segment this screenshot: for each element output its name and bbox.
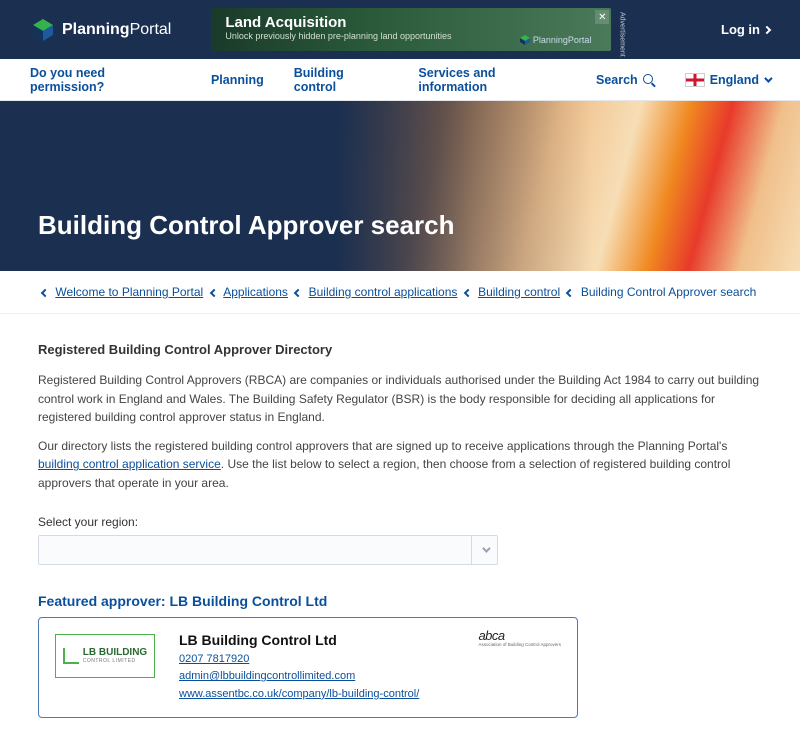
intro-p2: Our directory lists the registered build… <box>38 437 762 493</box>
nav-building-control[interactable]: Building control <box>294 66 389 94</box>
intro-p1: Registered Building Control Approvers (R… <box>38 371 762 427</box>
chevron-right-icon <box>763 25 771 33</box>
abca-badge: abca Association of Building Control App… <box>478 628 561 647</box>
crumb-current: Building Control Approver search <box>581 285 756 299</box>
nav-search[interactable]: Search <box>596 73 655 87</box>
main-nav: Do you need permission? Planning Buildin… <box>0 59 800 101</box>
crumb-home[interactable]: Welcome to Planning Portal <box>55 285 203 299</box>
crumb-bc-apps[interactable]: Building control applications <box>309 285 458 299</box>
chevron-left-icon <box>566 289 574 297</box>
featured-approver-title: Featured approver: LB Building Control L… <box>38 593 762 609</box>
ad-banner[interactable]: ✕ Advertisement Land Acquisition Unlock … <box>211 8 611 51</box>
chevron-left-icon <box>294 289 302 297</box>
nav-services[interactable]: Services and information <box>418 66 566 94</box>
nav-permission[interactable]: Do you need permission? <box>30 66 181 94</box>
brand-logo[interactable]: PlanningPortal <box>30 17 171 43</box>
hero: Building Control Approver search <box>0 101 800 271</box>
ad-close-button[interactable]: ✕ <box>595 10 609 24</box>
approver-logo: LB BUILDING CONTROL LIMITED <box>55 634 155 678</box>
breadcrumb: Welcome to Planning Portal Applications … <box>0 271 800 314</box>
approver-email[interactable]: admin@lbbuildingcontrollimited.com <box>179 668 419 686</box>
chevron-left-icon <box>463 289 471 297</box>
login-button[interactable]: Log in <box>721 22 770 37</box>
nav-planning[interactable]: Planning <box>211 73 264 87</box>
crumb-bc[interactable]: Building control <box>478 285 560 299</box>
chevron-left-icon <box>41 289 49 297</box>
bc-app-service-link[interactable]: building control application service <box>38 457 221 471</box>
page-title: Building Control Approver search <box>38 210 455 241</box>
featured-approver-card: LB BUILDING CONTROL LIMITED LB Building … <box>38 617 578 719</box>
search-icon <box>643 74 655 86</box>
ad-title: Land Acquisition <box>225 14 597 31</box>
region-select[interactable] <box>38 535 498 565</box>
ad-sponsor-label: Advertisement <box>618 12 625 57</box>
brand-text-b: Portal <box>130 21 172 38</box>
approver-phone[interactable]: 0207 7817920 <box>179 651 419 669</box>
directory-heading: Registered Building Control Approver Dir… <box>38 342 762 357</box>
region-label: Select your region: <box>38 515 762 529</box>
hero-image <box>336 101 800 271</box>
ad-brand: PlanningPortal <box>520 35 592 45</box>
nav-region-select[interactable]: England <box>685 73 770 87</box>
chevron-left-icon <box>209 289 217 297</box>
approver-name: LB Building Control Ltd <box>179 632 419 648</box>
chevron-down-icon <box>482 544 490 552</box>
select-handle[interactable] <box>471 536 497 564</box>
crumb-applications[interactable]: Applications <box>223 285 288 299</box>
logo-icon <box>30 17 56 43</box>
approver-website[interactable]: www.assentbc.co.uk/company/lb-building-c… <box>179 686 419 704</box>
england-flag-icon <box>685 73 705 87</box>
brand-text-a: Planning <box>62 21 130 38</box>
chevron-down-icon <box>764 74 772 82</box>
